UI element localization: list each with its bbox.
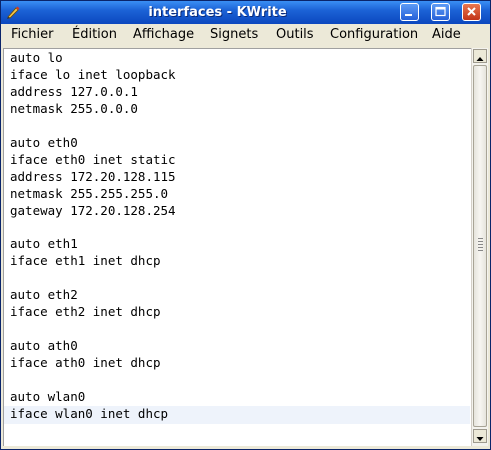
- scroll-down-button[interactable]: [473, 429, 487, 443]
- scrollbar-thumb[interactable]: [473, 65, 487, 427]
- kwrite-pen-icon[interactable]: [5, 4, 21, 20]
- close-icon: [467, 7, 476, 16]
- menu-aide[interactable]: Aide: [432, 27, 461, 43]
- window-title: interfaces - KWrite: [148, 5, 287, 20]
- scrollbar-grip: [478, 238, 483, 252]
- minimize-button[interactable]: [400, 3, 419, 21]
- kwrite-window: interfaces - KWrite Fichier Édition Affi…: [0, 0, 491, 450]
- title-bar[interactable]: interfaces - KWrite: [1, 1, 490, 24]
- maximize-icon: [435, 6, 446, 17]
- menu-affichage[interactable]: Affichage: [133, 27, 194, 43]
- menu-fichier[interactable]: Fichier: [11, 27, 54, 43]
- arrow-up-icon: [476, 57, 484, 61]
- menu-outils[interactable]: Outils: [276, 27, 314, 43]
- arrow-down-icon: [476, 437, 484, 441]
- editor-content[interactable]: auto lo iface lo inet loopback address 1…: [10, 50, 176, 423]
- menu-configuration[interactable]: Configuration: [330, 27, 418, 43]
- minimize-icon: [405, 14, 412, 16]
- text-editor[interactable]: auto lo iface lo inet loopback address 1…: [3, 48, 471, 446]
- close-button[interactable]: [462, 3, 481, 21]
- vertical-scrollbar[interactable]: [471, 48, 488, 446]
- menu-signets[interactable]: Signets: [210, 27, 258, 43]
- size-grip[interactable]: [471, 446, 488, 449]
- scroll-up-button[interactable]: [473, 49, 487, 63]
- maximize-button[interactable]: [431, 3, 450, 21]
- menu-bar: Fichier Édition Affichage Signets Outils…: [1, 24, 490, 47]
- menu-edition[interactable]: Édition: [72, 27, 117, 43]
